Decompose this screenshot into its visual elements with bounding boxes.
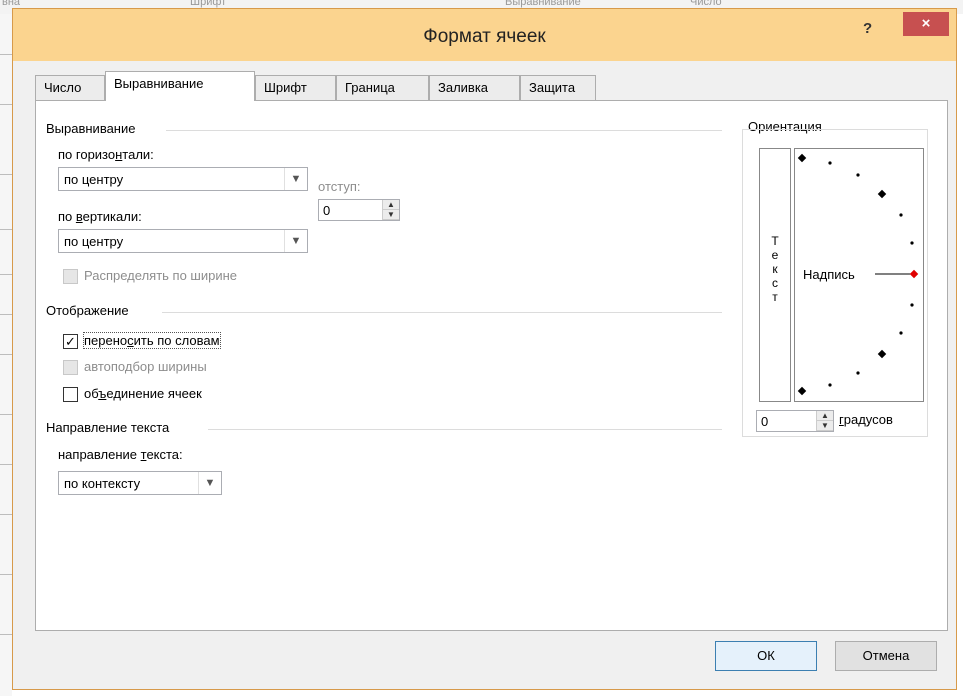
section-title-display: Отображение [46,303,129,318]
tab-font[interactable]: Шрифт [255,75,336,100]
tab-border[interactable]: Граница [336,75,429,100]
help-button[interactable]: ? [863,20,872,37]
text-direction-select[interactable]: по контексту ▼ [58,471,222,495]
vertical-text-char: с [772,276,778,290]
vertical-align-value: по центру [64,234,124,249]
spin-down-icon[interactable]: ▼ [383,210,399,220]
vertical-label: по вертикали: [58,209,142,224]
tab-number[interactable]: Число [35,75,105,100]
degrees-spinner[interactable]: 0 ▲ ▼ [756,410,834,432]
distribute-label: Распределять по ширине [84,268,238,283]
degrees-value: 0 [761,414,769,429]
dialog-title: Формат ячеек [423,26,546,47]
vertical-text-char: Т [771,234,779,248]
orientation-group: Т е к с т Надпись 0 ▲ ▼ градусов [742,129,928,437]
shrink-to-fit-checkbox[interactable] [63,360,78,375]
divider [208,429,722,430]
close-button[interactable]: × [903,12,949,36]
chevron-down-icon[interactable]: ▼ [198,472,221,494]
section-title-text-direction: Направление текста [46,420,170,435]
spinner-buttons[interactable]: ▲ ▼ [382,200,399,220]
indent-value: 0 [323,203,331,218]
alignment-panel: Выравнивание по горизонтали: по центру ▼… [35,100,948,631]
vertical-text-box[interactable]: Т е к с т [759,148,791,402]
vertical-text-char: е [771,248,779,262]
degrees-label: градусов [839,412,893,427]
bg-group-label: Число [690,0,722,8]
text-direction-label: направление текста: [58,447,183,462]
divider [166,130,722,131]
tab-fill[interactable]: Заливка [429,75,520,100]
wrap-text-checkbox[interactable]: ✓ [63,334,78,349]
wrap-text-label: переносить по словам [83,332,221,349]
vertical-text-char: к [772,262,778,276]
spinner-buttons[interactable]: ▲ ▼ [816,411,833,431]
chevron-down-icon[interactable]: ▼ [284,230,307,252]
tab-alignment[interactable]: Выравнивание [105,71,255,101]
orientation-dial[interactable]: Надпись [794,148,924,402]
horizontal-align-select[interactable]: по центру ▼ [58,167,308,191]
section-title-alignment: Выравнивание [46,121,136,136]
indent-spinner[interactable]: 0 ▲ ▼ [318,199,400,221]
divider [162,312,722,313]
horizontal-label: по горизонтали: [58,147,154,162]
dial-label: Надпись [803,267,855,282]
horizontal-align-value: по центру [64,172,124,187]
dialog-titlebar[interactable]: Формат ячеек ? × [13,9,956,61]
spin-down-icon[interactable]: ▼ [817,421,833,431]
bg-group-label: Шрифт [190,0,227,8]
background-sheet-edge [0,14,12,696]
bg-group-label: вна [2,0,21,8]
spin-up-icon[interactable]: ▲ [817,411,833,421]
chevron-down-icon[interactable]: ▼ [284,168,307,190]
ok-button[interactable]: ОК [715,641,817,671]
dial-marker [909,269,919,279]
vertical-text-char: т [772,290,778,304]
vertical-align-select[interactable]: по центру ▼ [58,229,308,253]
merge-cells-label: объединение ячеек [84,386,202,401]
merge-cells-checkbox[interactable] [63,387,78,402]
bg-group-label: Выравнивание [505,0,581,8]
indent-label: отступ: [318,179,361,194]
distribute-checkbox[interactable] [63,269,78,284]
shrink-to-fit-label: автоподбор ширины [84,359,207,374]
tab-protection[interactable]: Защита [520,75,596,100]
format-cells-dialog: Формат ячеек ? × Число Выравнивание Шриф… [12,8,957,690]
spin-up-icon[interactable]: ▲ [383,200,399,210]
text-direction-value: по контексту [64,476,141,491]
cancel-button[interactable]: Отмена [835,641,937,671]
